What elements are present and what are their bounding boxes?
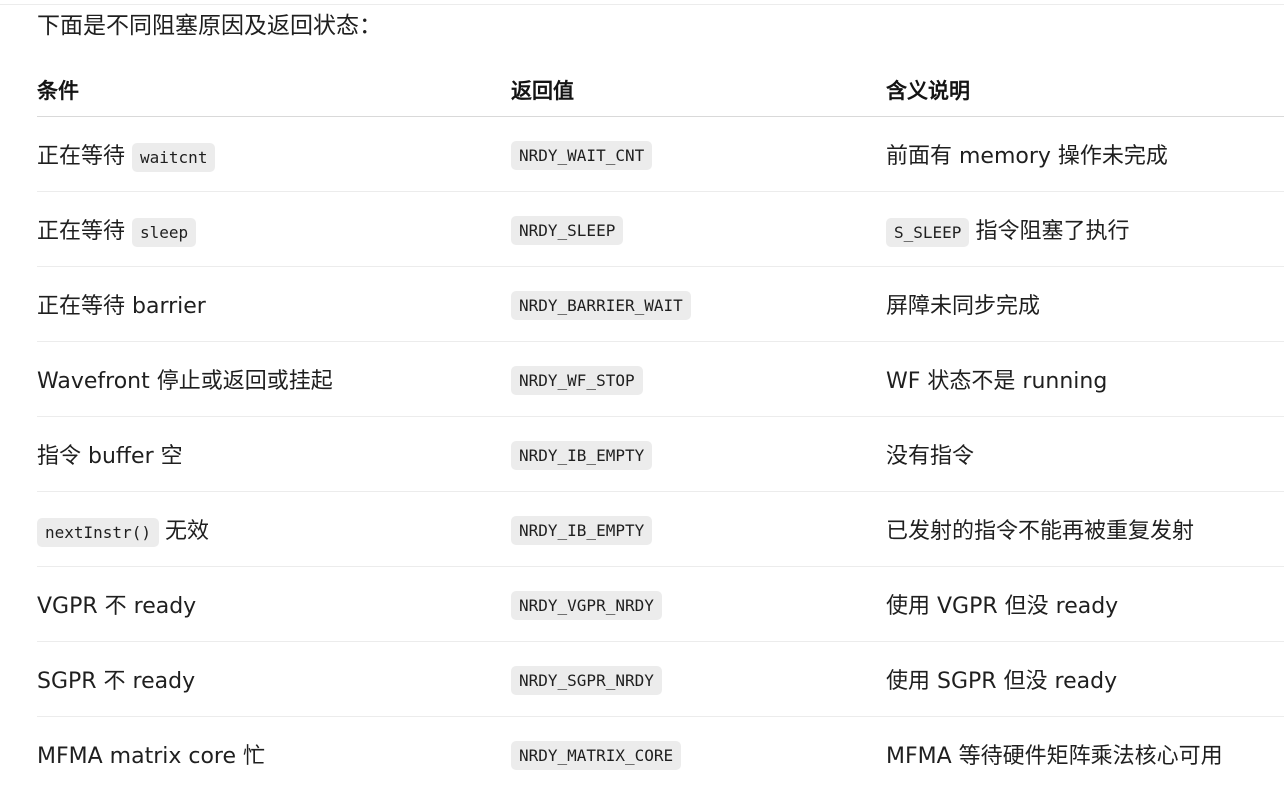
table-row: Wavefront 停止或返回或挂起 NRDY_WF_STOP WF 状态不是 ru…	[37, 341, 1284, 417]
intro-paragraph: 下面是不同阻塞原因及返回状态：	[37, 13, 382, 39]
return-value-cell: NRDY_IB_EMPTY	[511, 416, 886, 492]
condition-text: VGPR 不 ready	[37, 594, 197, 619]
condition-cell: Wavefront 停止或返回或挂起	[37, 341, 511, 417]
return-value-cell: NRDY_VGPR_NRDY	[511, 566, 886, 642]
return-value-cell: NRDY_SGPR_NRDY	[511, 641, 886, 717]
table-header-row: 条件 返回值 含义说明	[37, 63, 1284, 117]
return-value-code: NRDY_IB_EMPTY	[511, 515, 653, 545]
meaning-cell: 使用 SGPR 但没 ready	[886, 641, 1284, 717]
meaning-text: 屏障未同步完成	[886, 294, 1041, 319]
condition-cell: 正在等待 barrier	[37, 266, 511, 342]
return-value-cell: NRDY_WF_STOP	[511, 341, 886, 417]
top-divider	[0, 4, 1284, 5]
meaning-cell: MFMA 等待硬件矩阵乘法核心可用	[886, 717, 1284, 792]
table-row: nextInstr() 无效 NRDY_IB_EMPTY 已发射的指令不能再被重复发射	[37, 491, 1284, 567]
meaning-text: 使用 SGPR 但没 ready	[886, 669, 1118, 694]
meaning-text: 指令阻塞了执行	[975, 219, 1130, 244]
condition-code: sleep	[132, 218, 197, 247]
meaning-text: 前面有 memory 操作未完成	[886, 144, 1168, 169]
meaning-cell: 屏障未同步完成	[886, 266, 1284, 342]
meaning-text: MFMA 等待硬件矩阵乘法核心可用	[886, 744, 1223, 769]
condition-text: SGPR 不 ready	[37, 669, 196, 694]
meaning-text: 使用 VGPR 但没 ready	[886, 594, 1119, 619]
table-row: 正在等待 barrier NRDY_BARRIER_WAIT 屏障未同步完成	[37, 266, 1284, 342]
meaning-cell: 使用 VGPR 但没 ready	[886, 566, 1284, 642]
meaning-cell: 已发射的指令不能再被重复发射	[886, 491, 1284, 567]
return-value-code: NRDY_MATRIX_CORE	[511, 740, 682, 770]
return-value-cell: NRDY_WAIT_CNT	[511, 116, 886, 192]
return-value-code: NRDY_SGPR_NRDY	[511, 665, 662, 695]
header-meaning: 含义说明	[886, 63, 1284, 117]
meaning-code: S_SLEEP	[886, 218, 970, 247]
condition-cell: SGPR 不 ready	[37, 641, 511, 717]
condition-text: Wavefront 停止或返回或挂起	[37, 369, 333, 394]
header-return-value: 返回值	[511, 63, 886, 117]
return-value-code: NRDY_IB_EMPTY	[511, 440, 653, 470]
meaning-text: 没有指令	[886, 444, 975, 469]
condition-text: 正在等待 barrier	[37, 294, 206, 319]
table-row: 正在等待 waitcnt NRDY_WAIT_CNT 前面有 memory 操作未完…	[37, 116, 1284, 192]
blocking-status-table: 条件 返回值 含义说明 正在等待 waitcnt NRDY_WAIT_CNT 前面有…	[37, 63, 1284, 791]
return-value-cell: NRDY_IB_EMPTY	[511, 491, 886, 567]
condition-text: 指令 buffer 空	[37, 444, 183, 469]
return-value-cell: NRDY_MATRIX_CORE	[511, 717, 886, 792]
condition-cell: 正在等待 sleep	[37, 191, 511, 267]
meaning-cell: WF 状态不是 running	[886, 341, 1284, 417]
table-row: 正在等待 sleep NRDY_SLEEP S_SLEEP 指令阻塞了执行	[37, 191, 1284, 267]
condition-text: 正在等待	[37, 219, 126, 244]
condition-suffix: 无效	[164, 519, 209, 544]
condition-text: 正在等待	[37, 144, 126, 169]
condition-cell: MFMA matrix core 忙	[37, 717, 511, 792]
header-condition: 条件	[37, 63, 511, 117]
return-value-cell: NRDY_BARRIER_WAIT	[511, 266, 886, 342]
table-row: MFMA matrix core 忙 NRDY_MATRIX_CORE MFMA 等…	[37, 717, 1284, 792]
condition-cell: nextInstr() 无效	[37, 491, 511, 567]
return-value-code: NRDY_VGPR_NRDY	[511, 590, 662, 620]
meaning-cell: S_SLEEP 指令阻塞了执行	[886, 191, 1284, 267]
meaning-text: 已发射的指令不能再被重复发射	[886, 519, 1195, 544]
condition-cell: VGPR 不 ready	[37, 566, 511, 642]
meaning-cell: 前面有 memory 操作未完成	[886, 116, 1284, 192]
meaning-cell: 没有指令	[886, 416, 1284, 492]
return-value-code: NRDY_WAIT_CNT	[511, 140, 653, 170]
table-row: SGPR 不 ready NRDY_SGPR_NRDY 使用 SGPR 但没 rea…	[37, 641, 1284, 717]
return-value-code: NRDY_WF_STOP	[511, 365, 643, 395]
condition-code: waitcnt	[132, 143, 216, 172]
condition-cell: 正在等待 waitcnt	[37, 116, 511, 192]
condition-cell: 指令 buffer 空	[37, 416, 511, 492]
condition-text: MFMA matrix core 忙	[37, 744, 266, 769]
condition-code: nextInstr()	[37, 518, 159, 547]
meaning-text: WF 状态不是 running	[886, 369, 1108, 394]
table-row: 指令 buffer 空 NRDY_IB_EMPTY 没有指令	[37, 416, 1284, 492]
return-value-cell: NRDY_SLEEP	[511, 191, 886, 267]
return-value-code: NRDY_SLEEP	[511, 215, 624, 245]
table-row: VGPR 不 ready NRDY_VGPR_NRDY 使用 VGPR 但没 rea…	[37, 566, 1284, 642]
return-value-code: NRDY_BARRIER_WAIT	[511, 290, 691, 320]
